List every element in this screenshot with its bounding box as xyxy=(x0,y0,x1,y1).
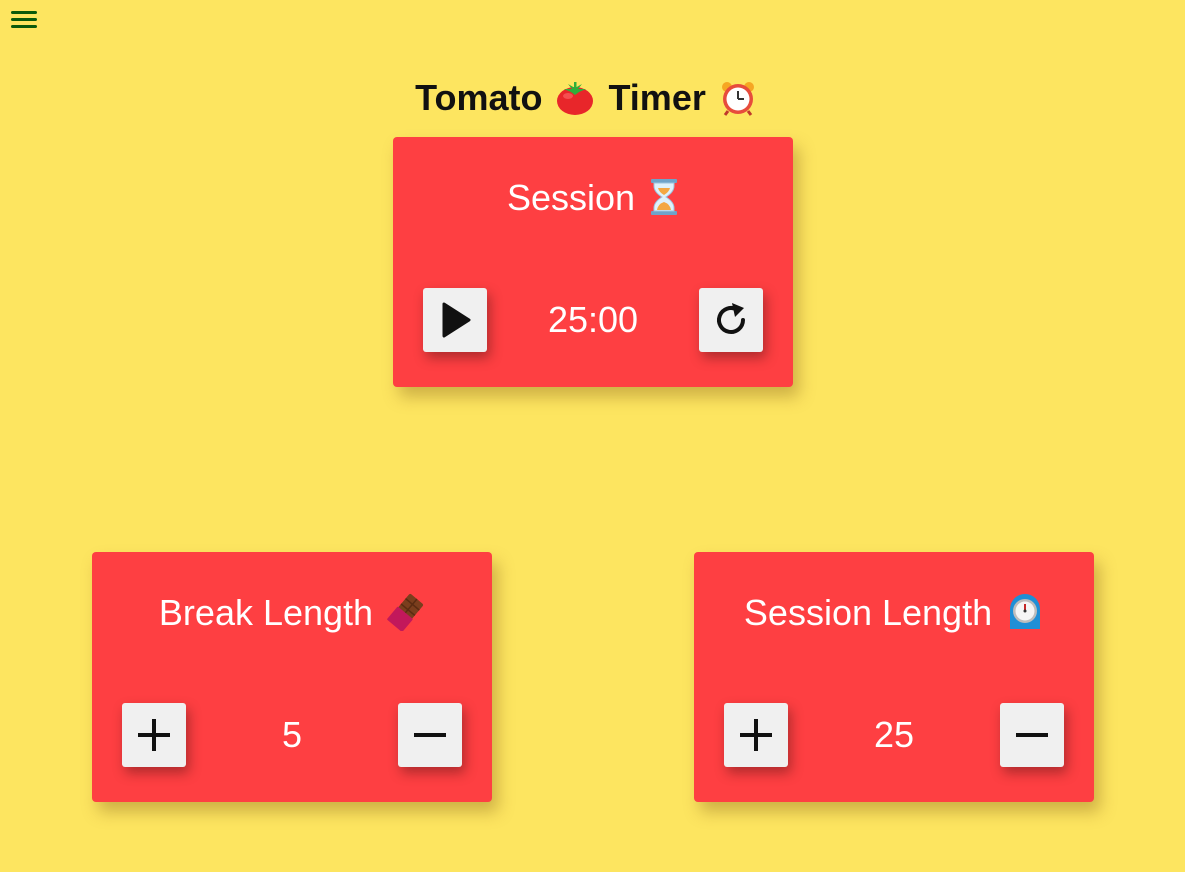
session-length-card: Session Length 25 xyxy=(694,552,1094,802)
title-word-timer: Timer xyxy=(608,77,706,118)
break-decrement-button[interactable] xyxy=(398,703,462,767)
break-length-title: Break Length xyxy=(92,592,492,640)
menu-bar xyxy=(11,18,37,21)
minus-icon xyxy=(414,733,446,737)
hamburger-menu-icon[interactable] xyxy=(11,9,37,31)
session-label: Session xyxy=(506,177,636,218)
reset-button[interactable] xyxy=(699,288,763,352)
session-title: Session xyxy=(393,177,793,225)
minus-icon xyxy=(1016,733,1048,737)
alarm-clock-icon xyxy=(720,80,756,125)
session-decrement-button[interactable] xyxy=(1000,703,1064,767)
title-word-tomato: Tomato xyxy=(415,77,543,118)
menu-bar xyxy=(11,11,37,14)
tomato-icon xyxy=(556,80,594,125)
hourglass-icon xyxy=(649,178,679,225)
stopwatch-icon xyxy=(1006,593,1044,640)
chocolate-bar-icon xyxy=(387,593,425,640)
refresh-icon xyxy=(717,303,745,334)
break-length-label: Break Length xyxy=(158,592,374,633)
menu-bar xyxy=(11,25,37,28)
break-length-card: Break Length 5 xyxy=(92,552,492,802)
session-card: Session 25:00 xyxy=(393,137,793,387)
session-length-label: Session Length xyxy=(743,592,993,633)
session-length-title: Session Length xyxy=(694,592,1094,640)
app-title: Tomato Timer xyxy=(0,77,1185,125)
